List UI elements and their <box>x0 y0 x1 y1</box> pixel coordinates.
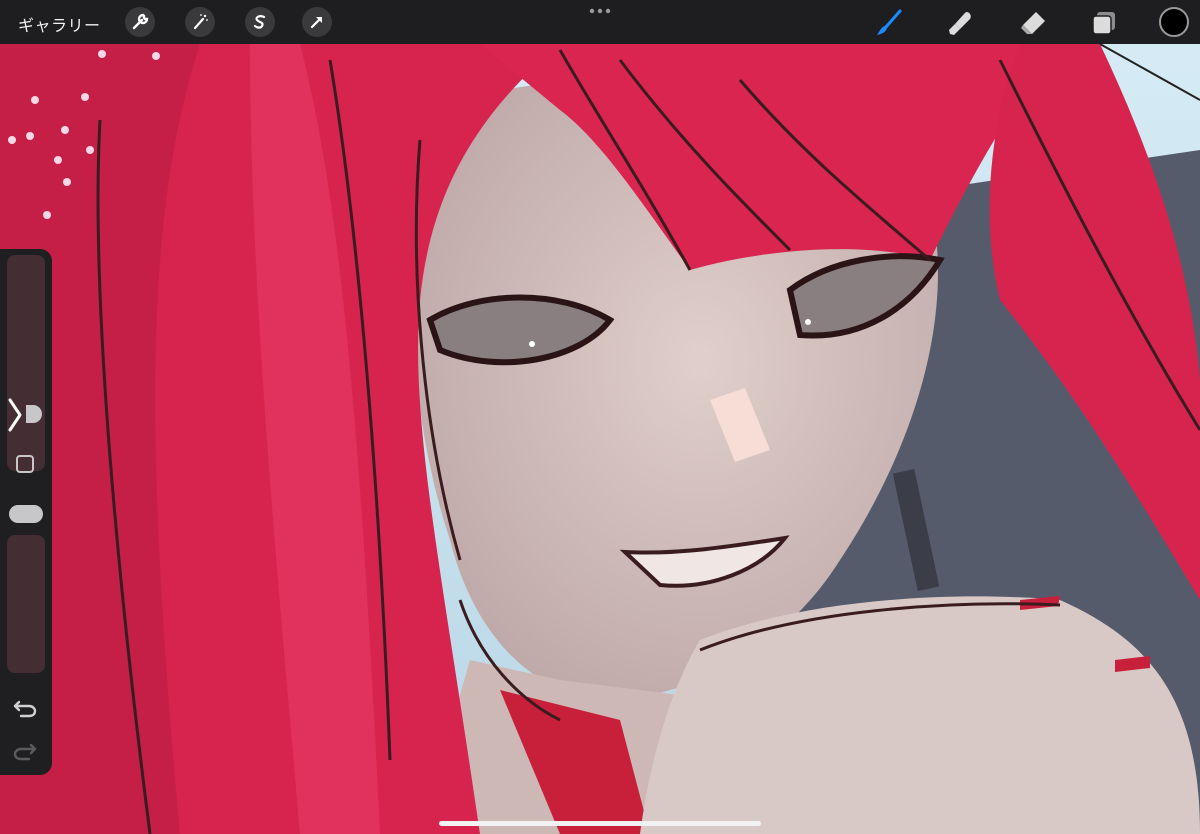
actions-button[interactable] <box>125 7 155 37</box>
color-picker-button[interactable] <box>1159 7 1189 37</box>
layers-icon <box>1092 12 1115 35</box>
gallery-button[interactable]: ギャラリー <box>18 12 101 36</box>
layers-button[interactable] <box>1089 8 1119 38</box>
selection-button[interactable] <box>245 7 275 37</box>
magic-wand-icon <box>193 14 208 30</box>
transform-button[interactable] <box>302 7 332 37</box>
eraser-icon <box>1021 12 1045 34</box>
smudge-tool-button[interactable] <box>946 8 976 38</box>
smudge-icon <box>949 12 971 35</box>
eye-right-highlight <box>805 319 811 325</box>
opacity-thumb[interactable] <box>9 505 43 523</box>
transform-arrow-icon <box>310 16 323 29</box>
drawing-canvas[interactable] <box>0 0 1200 834</box>
opacity-slider[interactable] <box>7 535 45 673</box>
left-sidebar <box>0 249 52 775</box>
wrench-icon <box>132 13 149 30</box>
adjustments-button[interactable] <box>185 7 215 37</box>
chevron-right-icon[interactable] <box>4 390 26 440</box>
eye-left-highlight <box>529 341 535 347</box>
eraser-tool-button[interactable] <box>1018 8 1048 38</box>
modify-button[interactable] <box>16 455 34 473</box>
brush-icon <box>877 9 902 35</box>
selection-icon <box>253 15 266 29</box>
hands-shape <box>640 596 1200 834</box>
brush-tool-button[interactable] <box>874 8 904 38</box>
top-toolbar: ギャラリー <box>0 0 1200 44</box>
redo-icon[interactable] <box>12 739 38 761</box>
more-dots-icon[interactable] <box>588 6 612 16</box>
home-indicator[interactable] <box>439 821 761 826</box>
undo-icon[interactable] <box>12 696 38 718</box>
